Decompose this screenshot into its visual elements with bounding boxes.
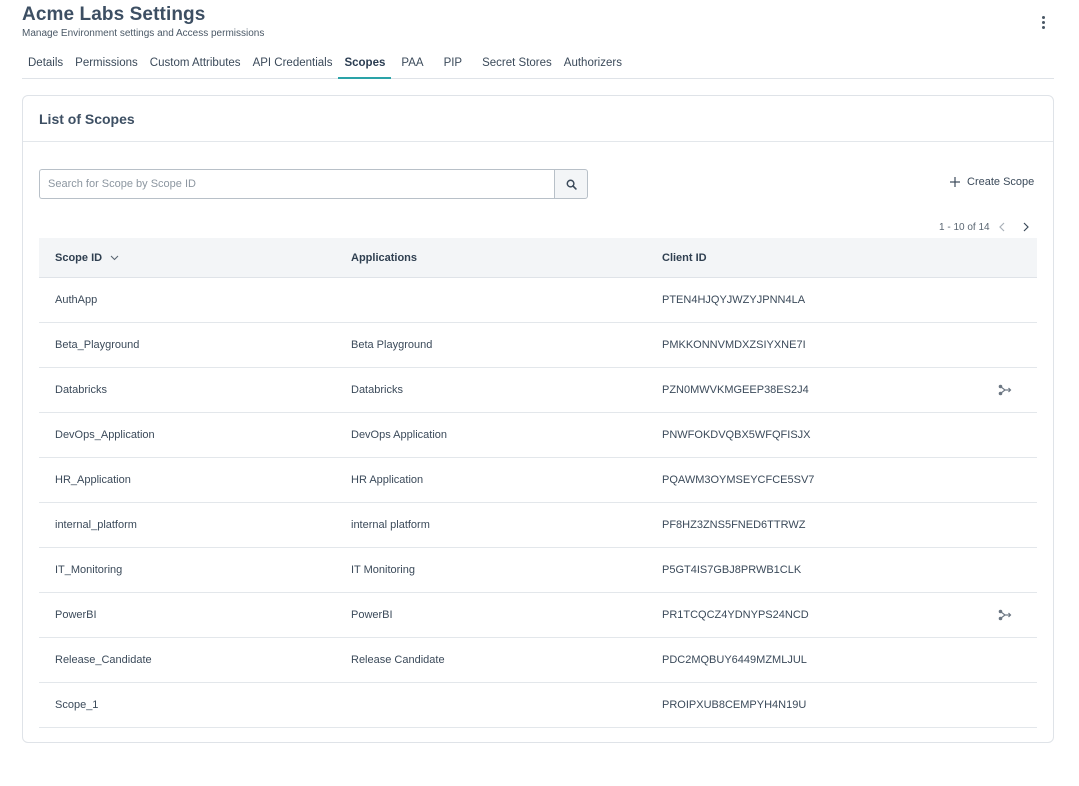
cell-scope-id: Databricks	[55, 384, 107, 396]
table-row[interactable]: AuthApp PTEN4HJQYJWZYJPNN4LA	[39, 278, 1037, 323]
tab-pip[interactable]: PIP	[436, 50, 477, 79]
scopes-table: Scope ID Applications Client ID AuthApp P…	[39, 238, 1037, 728]
chevron-right-icon	[1023, 222, 1029, 232]
cell-application: DevOps Application	[351, 429, 447, 441]
card-header: List of Scopes	[23, 96, 1053, 142]
cell-scope-id: PowerBI	[55, 609, 97, 621]
cell-client-id: PTEN4HJQYJWZYJPNN4LA	[662, 294, 806, 306]
cell-client-id: PROIPXUB8CEMPYH4N19U	[662, 699, 807, 711]
table-row[interactable]: Scope_1 PROIPXUB8CEMPYH4N19U	[39, 683, 1037, 728]
cell-scope-id: Beta_Playground	[55, 339, 140, 351]
cell-actions	[972, 384, 1037, 396]
cell-client-id: PNWFOKDVQBX5WFQFISJX	[662, 429, 811, 441]
card-title: List of Scopes	[39, 111, 135, 127]
table-row[interactable]: internal_platform internal platform PF8HZ3…	[39, 503, 1037, 548]
cell-client-id: PF8HZ3ZNS5FNED6TTRWZ	[662, 519, 806, 531]
next-page-button[interactable]	[1014, 220, 1038, 234]
chevron-down-icon[interactable]	[110, 255, 119, 261]
table-row[interactable]: Databricks Databricks PZN0MWVKMGEEP38ES2J4	[39, 368, 1037, 413]
plus-icon	[950, 177, 960, 187]
tab-api-credentials[interactable]: API Credentials	[247, 50, 339, 79]
table-row[interactable]: HR_Application HR Application PQAWM3OYMSEY…	[39, 458, 1037, 503]
kebab-vertical-icon[interactable]	[1036, 12, 1050, 32]
pagination: 1 - 10 of 14	[939, 220, 1038, 234]
page-title: Acme Labs Settings	[22, 4, 206, 25]
search-button[interactable]	[554, 169, 588, 199]
table-row[interactable]: Release_Candidate Release Candidate PDC2MQ…	[39, 638, 1037, 683]
tab-permissions[interactable]: Permissions	[69, 50, 144, 79]
cell-scope-id: internal_platform	[55, 519, 137, 531]
search-input[interactable]	[39, 169, 554, 199]
column-header-client-id: Client ID	[662, 251, 707, 264]
pagination-range: 1 - 10 of 14	[939, 221, 990, 233]
settings-tabs: Details Permissions Custom Attributes AP…	[22, 50, 1054, 79]
table-row[interactable]: Beta_Playground Beta Playground PMKKONNVMD…	[39, 323, 1037, 368]
cell-application: IT Monitoring	[351, 564, 415, 576]
tab-details[interactable]: Details	[22, 50, 69, 79]
branch-icon[interactable]	[998, 384, 1012, 396]
create-scope-button[interactable]: Create Scope	[949, 172, 1034, 192]
tab-authorizers[interactable]: Authorizers	[558, 50, 628, 79]
tab-paa[interactable]: PAA	[391, 50, 435, 79]
cell-client-id: PQAWM3OYMSEYCFCE5SV7	[662, 474, 815, 486]
cell-client-id: PDC2MQBUY6449MZMLJUL	[662, 654, 807, 666]
search-icon	[566, 179, 577, 190]
create-scope-label: Create Scope	[967, 176, 1035, 188]
cell-scope-id: Scope_1	[55, 699, 99, 711]
chevron-left-icon	[998, 222, 1005, 232]
cell-client-id: PR1TCQCZ4YDNYPS24NCD	[662, 609, 809, 621]
page-subtitle: Manage Environment settings and Access p…	[22, 28, 265, 39]
cell-scope-id: DevOps_Application	[55, 429, 155, 441]
cell-actions	[972, 609, 1037, 621]
scopes-card: List of Scopes Create Scope 1 - 10 of 14	[22, 95, 1054, 743]
cell-scope-id: Release_Candidate	[55, 654, 152, 666]
table-row[interactable]: IT_Monitoring IT Monitoring P5GT4IS7GBJ8PR…	[39, 548, 1037, 593]
branch-icon[interactable]	[998, 609, 1012, 621]
cell-client-id: PZN0MWVKMGEEP38ES2J4	[662, 384, 809, 396]
tab-scopes[interactable]: Scopes	[338, 50, 392, 79]
column-header-scope-id[interactable]: Scope ID	[39, 252, 351, 264]
cell-scope-id: AuthApp	[55, 294, 98, 306]
cell-application: Databricks	[351, 384, 403, 396]
cell-scope-id: IT_Monitoring	[55, 564, 123, 576]
cell-application: internal platform	[351, 519, 430, 531]
tab-secret-stores[interactable]: Secret Stores	[476, 50, 558, 79]
table-header: Scope ID Applications Client ID	[39, 238, 1037, 278]
cell-scope-id: HR_Application	[55, 474, 131, 486]
cell-application: Beta Playground	[351, 339, 433, 351]
cell-client-id: PMKKONNVMDXZSIYXNE7I	[662, 339, 806, 351]
table-row[interactable]: PowerBI PowerBI PR1TCQCZ4YDNYPS24NCD	[39, 593, 1037, 638]
cell-application: HR Application	[351, 474, 424, 486]
column-header-scope-id-label: Scope ID	[55, 251, 103, 264]
search-bar	[39, 169, 588, 199]
table-body: AuthApp PTEN4HJQYJWZYJPNN4LA Beta_Playgrou…	[39, 278, 1037, 728]
cell-client-id: P5GT4IS7GBJ8PRWB1CLK	[662, 564, 802, 576]
cell-application: Release Candidate	[351, 654, 445, 666]
table-row[interactable]: DevOps_Application DevOps Application PNWF…	[39, 413, 1037, 458]
column-header-applications: Applications	[351, 251, 418, 264]
cell-application: PowerBI	[351, 609, 393, 621]
prev-page-button[interactable]	[990, 220, 1014, 234]
tab-custom-attributes[interactable]: Custom Attributes	[144, 50, 247, 79]
